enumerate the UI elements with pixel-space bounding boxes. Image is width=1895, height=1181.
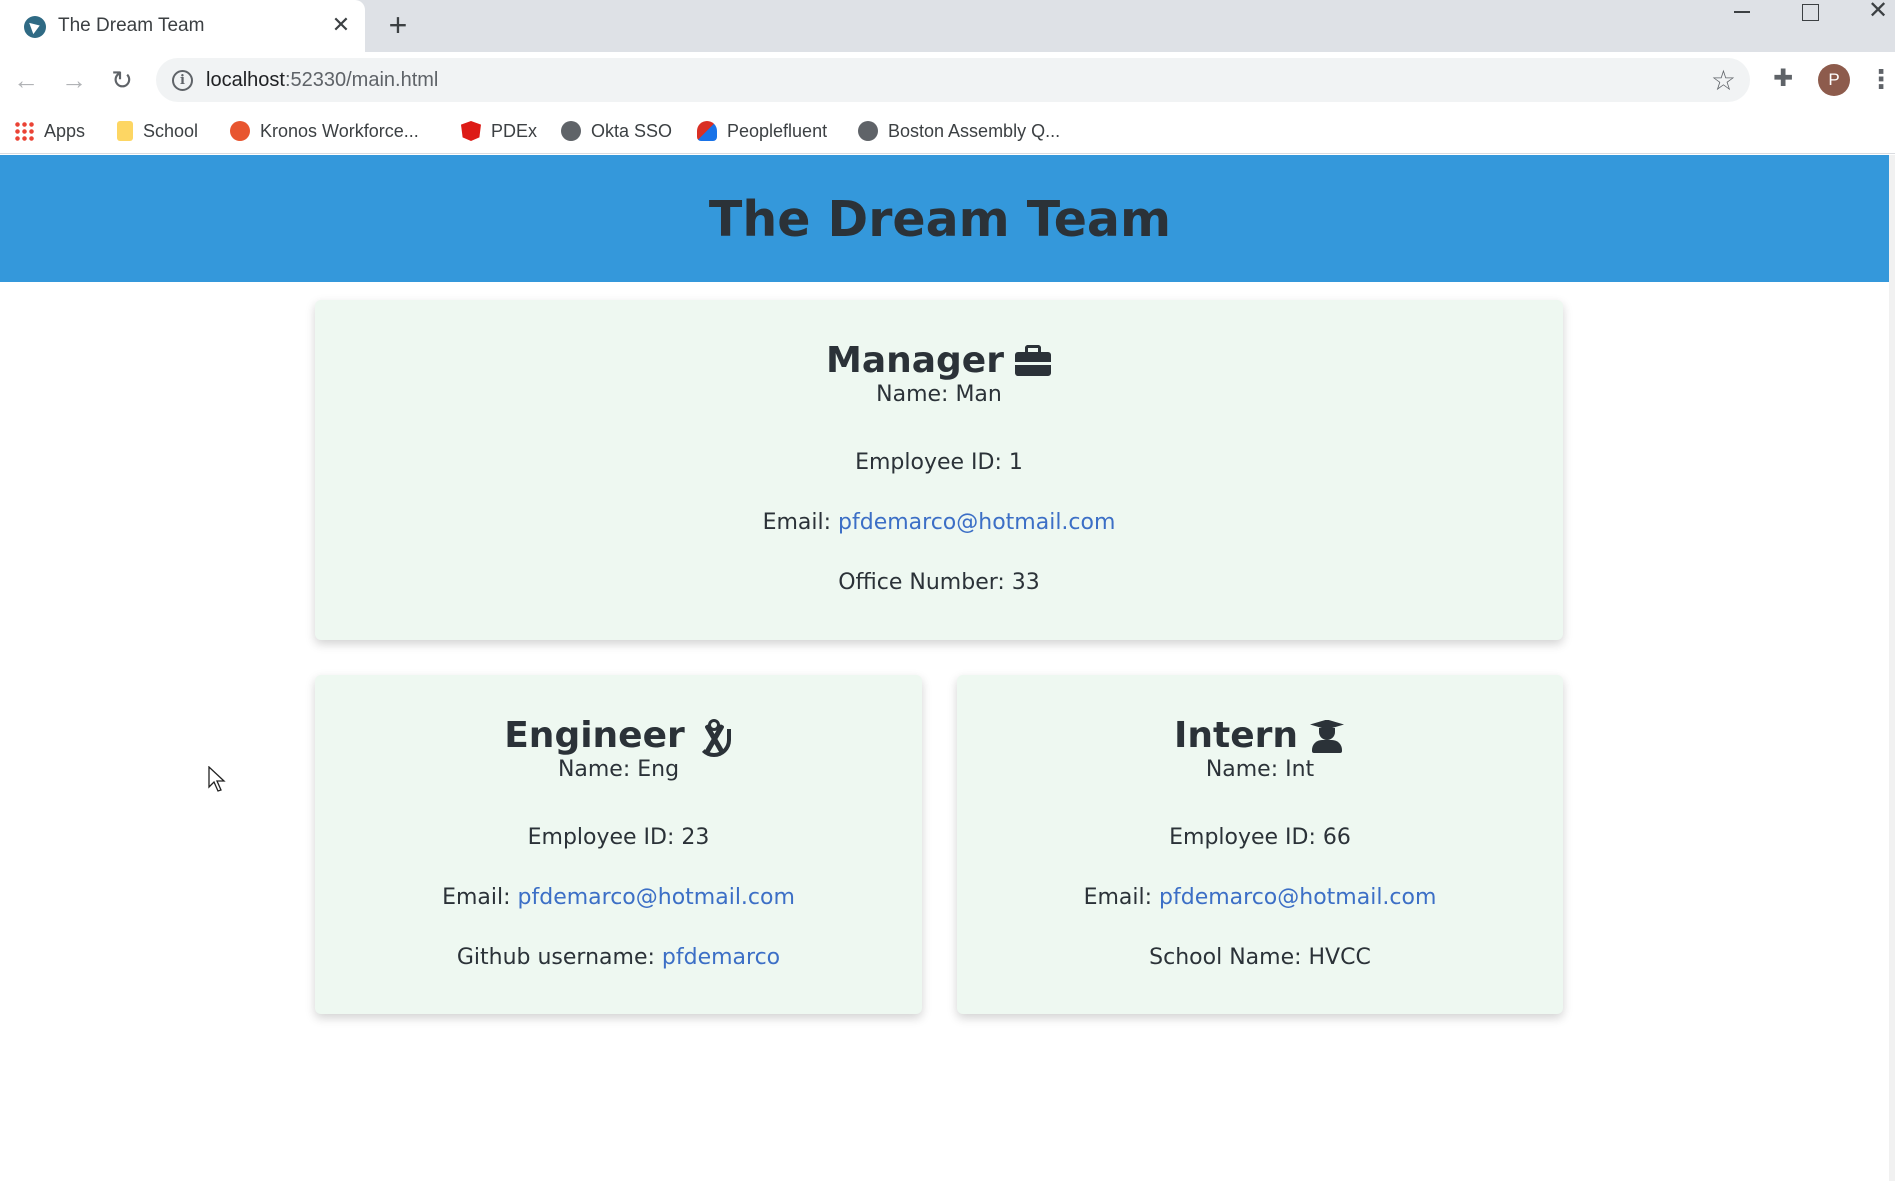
manager-employee-id: Employee ID: 1 bbox=[855, 450, 1023, 475]
bookmark-apps[interactable]: Apps bbox=[14, 116, 85, 146]
engineer-github-link[interactable]: pfdemarco bbox=[662, 945, 780, 970]
tab-title: The Dream Team bbox=[58, 15, 205, 36]
engineer-email: Email: pfdemarco@hotmail.com bbox=[442, 885, 795, 910]
back-arrow-icon[interactable]: ← bbox=[8, 62, 44, 98]
bookmark-school[interactable]: School bbox=[117, 116, 198, 146]
browser-tab[interactable]: The Dream Team ✕ bbox=[0, 0, 365, 52]
kronos-icon bbox=[230, 121, 250, 141]
bookmark-peoplefluent[interactable]: Peoplefluent bbox=[697, 116, 827, 146]
briefcase-icon bbox=[1014, 344, 1052, 378]
site-info-icon[interactable]: i bbox=[172, 70, 193, 91]
manager-office-number: Office Number: 33 bbox=[838, 570, 1040, 595]
browser-toolbar: ← → ↻ i localhost:52330/main.html ☆ ✚ P … bbox=[0, 52, 1895, 108]
intern-email: Email: pfdemarco@hotmail.com bbox=[1083, 885, 1437, 910]
bookmark-kronos[interactable]: Kronos Workforce... bbox=[230, 116, 419, 146]
page-header: The Dream Team bbox=[0, 155, 1889, 282]
manager-heading: Manager bbox=[315, 340, 1563, 381]
user-graduate-icon bbox=[1308, 719, 1346, 753]
bookmark-boston-assembly[interactable]: Boston Assembly Q... bbox=[858, 116, 1060, 146]
intern-email-link[interactable]: pfdemarco@hotmail.com bbox=[1159, 885, 1436, 910]
bookmark-star-icon[interactable]: ☆ bbox=[1711, 64, 1736, 97]
maximize-button[interactable] bbox=[1780, 0, 1840, 28]
minimize-button[interactable] bbox=[1712, 0, 1772, 28]
intern-heading: Intern bbox=[957, 715, 1563, 756]
intern-name: Name: Int bbox=[1205, 757, 1315, 782]
tab-strip: The Dream Team ✕ + ✕ bbox=[0, 0, 1895, 52]
engineer-card: Engineer Name: Eng Employee ID: 23 Email… bbox=[315, 675, 922, 1014]
engineer-name: Name: Eng bbox=[557, 757, 680, 782]
browser-menu-icon[interactable]: ⋮ bbox=[1868, 64, 1894, 96]
page-content: The Dream Team Manager Name: Man Employe… bbox=[0, 155, 1889, 1181]
globe-icon bbox=[561, 121, 581, 141]
engineer-heading: Engineer bbox=[315, 715, 922, 757]
manager-email-link[interactable]: pfdemarco@hotmail.com bbox=[838, 510, 1115, 535]
manager-name: Name: Man bbox=[876, 382, 1002, 407]
intern-employee-id: Employee ID: 66 bbox=[1169, 825, 1351, 850]
profile-avatar[interactable]: P bbox=[1818, 64, 1850, 96]
drafting-compass-icon bbox=[695, 718, 733, 757]
engineer-email-link[interactable]: pfdemarco@hotmail.com bbox=[518, 885, 795, 910]
manager-email: Email: pfdemarco@hotmail.com bbox=[762, 510, 1116, 535]
globe-icon bbox=[858, 121, 878, 141]
address-bar[interactable]: i localhost:52330/main.html ☆ bbox=[156, 58, 1750, 102]
bookmarks-bar: Apps School Kronos Workforce... PDEx Okt… bbox=[0, 108, 1895, 154]
angular-icon bbox=[461, 121, 481, 141]
extensions-puzzle-icon[interactable]: ✚ bbox=[1768, 64, 1798, 94]
tab-close-icon[interactable]: ✕ bbox=[327, 11, 355, 39]
site-favicon-icon bbox=[24, 16, 46, 38]
mouse-cursor-icon bbox=[208, 766, 226, 792]
bookmark-okta[interactable]: Okta SSO bbox=[561, 116, 672, 146]
engineer-github: Github username: pfdemarco bbox=[456, 945, 781, 970]
engineer-employee-id: Employee ID: 23 bbox=[527, 825, 710, 850]
url-text[interactable]: localhost:52330/main.html bbox=[206, 69, 438, 92]
intern-school: School Name: HVCC bbox=[1149, 945, 1371, 970]
reload-icon[interactable]: ↻ bbox=[104, 62, 140, 98]
intern-card: Intern Name: Int Employee ID: 66 Email: … bbox=[957, 675, 1563, 1014]
window-close-button[interactable]: ✕ bbox=[1848, 0, 1895, 28]
peoplefluent-icon bbox=[697, 121, 717, 141]
bookmark-pdex[interactable]: PDEx bbox=[461, 116, 537, 146]
manager-card: Manager Name: Man Employee ID: 1 Email: … bbox=[315, 300, 1563, 640]
page-title: The Dream Team bbox=[708, 191, 1172, 248]
scrollbar[interactable] bbox=[1889, 155, 1895, 1181]
forward-arrow-icon[interactable]: → bbox=[56, 62, 92, 98]
new-tab-button[interactable]: + bbox=[382, 9, 414, 41]
apps-grid-icon bbox=[14, 121, 34, 141]
folder-icon bbox=[117, 121, 133, 141]
